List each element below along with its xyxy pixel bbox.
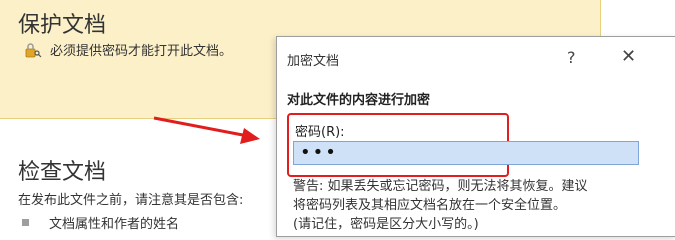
bullet-icon (22, 219, 29, 226)
close-button[interactable]: ✕ (621, 46, 636, 67)
lock-key-icon (24, 41, 42, 59)
dialog-heading: 对此文件的内容进行加密 (287, 93, 431, 108)
protect-document-description: 必须提供密码才能打开此文档。 (50, 44, 233, 59)
inspect-document-description: 在发布此文件之前，请注意其是否包含: (18, 193, 244, 208)
warning-line: (请记住，密码是区分大小写的。) (293, 217, 479, 232)
warning-text: 警告: 如果丢失或忘记密码，则无法将其恢复。建议 将密码列表及其相应文档名放在一… (293, 177, 665, 234)
inspect-document-title: 检查文档 (18, 160, 107, 185)
protect-document-title: 保护文档 (18, 13, 107, 38)
help-button[interactable]: ? (567, 48, 576, 67)
inspect-list-item: 文档属性和作者的姓名 (22, 213, 179, 232)
red-arrow-annotation (153, 116, 260, 144)
inspect-list-item-label: 文档属性和作者的姓名 (49, 217, 180, 232)
password-label: 密码(R): (295, 125, 345, 140)
warning-line: 警告: 如果丢失或忘记密码，则无法将其恢复。建议 (293, 179, 588, 194)
protect-document-description-row: 必须提供密码才能打开此文档。 (24, 40, 232, 59)
dialog-title: 加密文档 (287, 54, 340, 69)
password-input[interactable]: ••• (293, 141, 639, 165)
warning-line: 将密码列表及其相应文档名放在一个安全位置。 (293, 198, 567, 213)
encrypt-document-dialog: 加密文档 ? ✕ 对此文件的内容进行加密 密码(R): ••• 警告: 如果丢失… (276, 36, 675, 237)
